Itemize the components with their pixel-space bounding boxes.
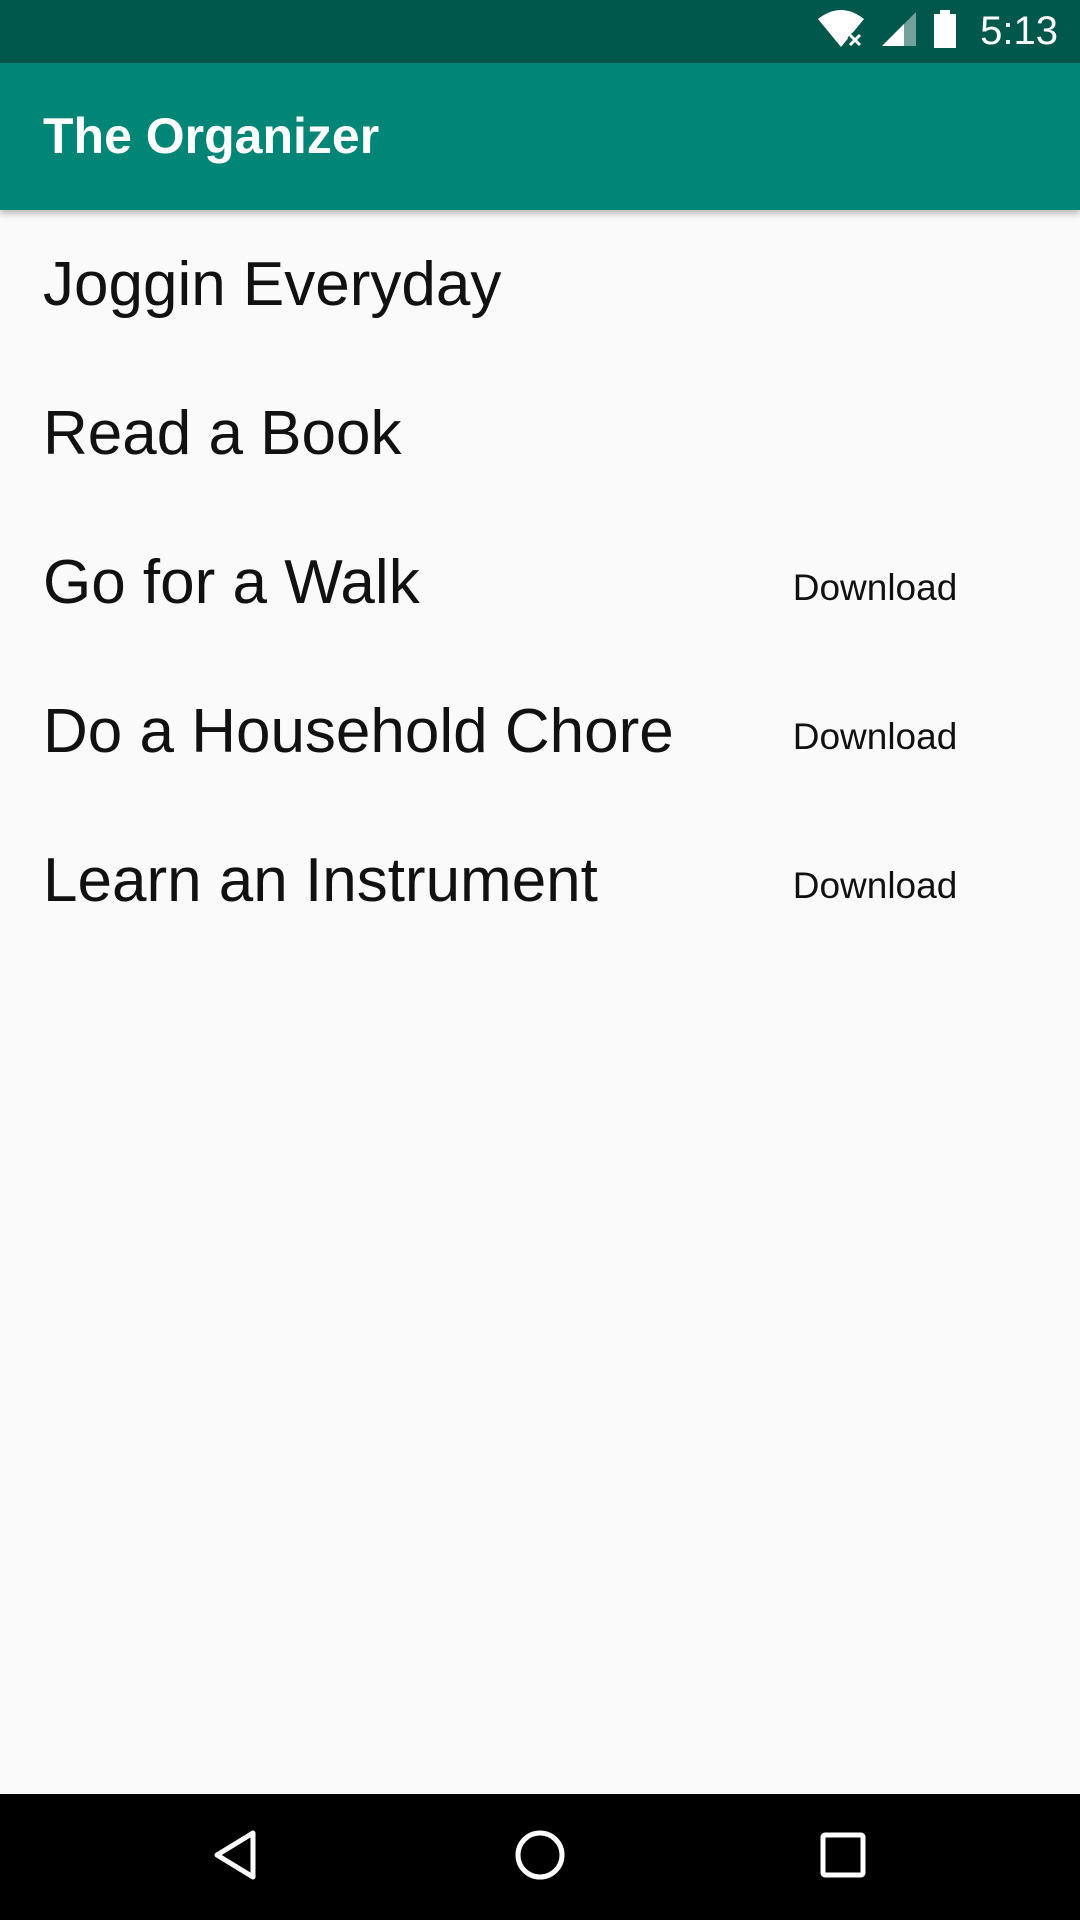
task-title: Joggin Everyday <box>43 250 502 319</box>
wifi-icon <box>816 9 866 54</box>
home-icon <box>514 1829 566 1886</box>
download-button[interactable]: Download <box>760 508 990 657</box>
app-bar: The Organizer <box>0 63 1080 210</box>
task-list: Joggin Everyday Read a Book Go for a Wal… <box>0 210 1080 955</box>
battery-icon <box>932 9 958 54</box>
task-title: Learn an Instrument <box>43 846 598 915</box>
download-button[interactable] <box>760 359 990 508</box>
download-button[interactable] <box>760 210 990 359</box>
task-row[interactable]: Joggin Everyday <box>0 210 1080 359</box>
signal-icon <box>880 10 918 53</box>
download-button[interactable]: Download <box>760 657 990 806</box>
task-row[interactable]: Learn an Instrument Download <box>0 806 1080 955</box>
navigation-bar <box>0 1794 1080 1920</box>
task-title: Go for a Walk <box>43 548 420 617</box>
app-title: The Organizer <box>43 108 380 164</box>
status-time: 5:13 <box>980 9 1058 53</box>
home-button[interactable] <box>477 1794 603 1920</box>
back-button[interactable] <box>172 1794 298 1920</box>
download-button[interactable]: Download <box>760 806 990 955</box>
task-row[interactable]: Read a Book <box>0 359 1080 508</box>
task-row[interactable]: Do a Household Chore Download <box>0 657 1080 806</box>
back-icon <box>211 1829 259 1886</box>
status-icons: 5:13 <box>816 0 1058 63</box>
task-row[interactable]: Go for a Walk Download <box>0 508 1080 657</box>
recents-icon <box>820 1832 866 1883</box>
status-bar: 5:13 <box>0 0 1080 63</box>
recents-button[interactable] <box>780 1794 906 1920</box>
task-title: Read a Book <box>43 399 402 468</box>
task-title: Do a Household Chore <box>43 697 674 766</box>
